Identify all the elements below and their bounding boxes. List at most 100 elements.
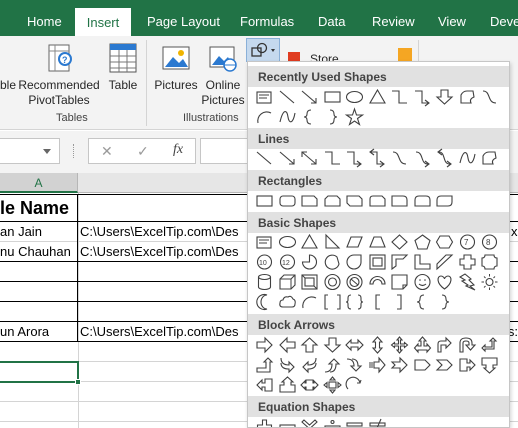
tab-insert[interactable]: Insert bbox=[75, 8, 131, 36]
l-shape-icon[interactable] bbox=[412, 252, 433, 272]
pentagon-arrow-icon[interactable] bbox=[412, 355, 433, 375]
triangle-icon[interactable] bbox=[367, 87, 388, 107]
left-bracket-icon[interactable] bbox=[367, 292, 388, 312]
up-arrow-icon[interactable] bbox=[299, 335, 320, 355]
chord-icon[interactable] bbox=[322, 252, 343, 272]
elbow-arrow-connector-icon[interactable] bbox=[412, 87, 433, 107]
left-arrow-callout-icon[interactable] bbox=[254, 375, 275, 395]
block-arc-icon[interactable] bbox=[367, 272, 388, 292]
hexagon-icon[interactable] bbox=[434, 232, 455, 252]
bent-arrow-icon[interactable] bbox=[434, 335, 455, 355]
tab-review[interactable]: Review bbox=[372, 0, 415, 36]
oval-icon[interactable] bbox=[344, 87, 365, 107]
header-cell-file-name[interactable]: le Name bbox=[0, 198, 69, 219]
parallelogram-icon[interactable] bbox=[344, 232, 365, 252]
tab-view[interactable]: View bbox=[438, 0, 466, 36]
up-arrow-callout-icon[interactable] bbox=[277, 375, 298, 395]
curved-double-arrow-icon[interactable] bbox=[434, 148, 455, 168]
down-arrow-icon[interactable] bbox=[322, 335, 343, 355]
pentagon-icon[interactable] bbox=[412, 232, 433, 252]
no-symbol-icon[interactable] bbox=[344, 272, 365, 292]
curved-right-arrow-icon[interactable] bbox=[277, 355, 298, 375]
right-arrow-icon[interactable] bbox=[254, 335, 275, 355]
up-down-arrow-icon[interactable] bbox=[367, 335, 388, 355]
left-brace-icon[interactable] bbox=[299, 107, 320, 127]
arrow-line-icon[interactable] bbox=[299, 87, 320, 107]
teardrop-icon[interactable] bbox=[344, 252, 365, 272]
right-triangle-icon[interactable] bbox=[322, 232, 343, 252]
curved-connector-icon[interactable] bbox=[479, 87, 500, 107]
down-arrow-icon[interactable] bbox=[434, 87, 455, 107]
text-box-icon[interactable] bbox=[254, 87, 275, 107]
cell-c-row1[interactable]: x bbox=[511, 224, 518, 239]
oval-icon[interactable] bbox=[277, 232, 298, 252]
plaque-icon[interactable] bbox=[479, 252, 500, 272]
snip-same-side-rectangle-icon[interactable] bbox=[322, 191, 343, 211]
cell-b-row2[interactable]: C:\Users\ExcelTip.com\Des bbox=[80, 244, 246, 259]
pictures-button[interactable]: Pictures bbox=[152, 40, 200, 100]
multiply-sign-icon[interactable] bbox=[299, 417, 320, 427]
arc-icon[interactable] bbox=[299, 292, 320, 312]
line-icon[interactable] bbox=[277, 87, 298, 107]
curve-icon[interactable] bbox=[457, 148, 478, 168]
column-a-header[interactable]: A bbox=[0, 173, 78, 193]
heart-icon[interactable] bbox=[434, 272, 455, 292]
line-icon[interactable] bbox=[254, 148, 275, 168]
can-icon[interactable] bbox=[254, 272, 275, 292]
pie-icon[interactable] bbox=[299, 252, 320, 272]
curved-down-arrow-icon[interactable] bbox=[344, 355, 365, 375]
double-bracket-icon[interactable] bbox=[322, 292, 343, 312]
decagon-icon[interactable]: 10 bbox=[254, 252, 275, 272]
octagon-icon[interactable]: 8 bbox=[479, 232, 500, 252]
name-box[interactable] bbox=[0, 138, 60, 164]
sun-icon[interactable] bbox=[479, 272, 500, 292]
notched-right-arrow-icon[interactable] bbox=[389, 355, 410, 375]
star-icon[interactable] bbox=[344, 107, 365, 127]
striped-right-arrow-icon[interactable] bbox=[367, 355, 388, 375]
curved-left-arrow-icon[interactable] bbox=[299, 355, 320, 375]
tab-formulas[interactable]: Formulas bbox=[240, 0, 294, 36]
left-arrow-icon[interactable] bbox=[277, 335, 298, 355]
plus-sign-icon[interactable] bbox=[254, 417, 275, 427]
quad-arrow-icon[interactable] bbox=[389, 335, 410, 355]
left-right-arrow-icon[interactable] bbox=[344, 335, 365, 355]
equal-sign-icon[interactable] bbox=[344, 417, 365, 427]
division-sign-icon[interactable] bbox=[322, 417, 343, 427]
cell-b-row5[interactable]: C:\Users\ExcelTip.com\Des bbox=[80, 324, 246, 339]
snip-diagonal-rectangle-icon[interactable] bbox=[344, 191, 365, 211]
curve-icon[interactable] bbox=[277, 107, 298, 127]
round-diagonal-rectangle-icon[interactable] bbox=[434, 191, 455, 211]
cell-a-row1[interactable]: an Jain bbox=[0, 224, 42, 239]
arc-icon[interactable] bbox=[254, 107, 275, 127]
cell-a-row2[interactable]: nu Chauhan bbox=[0, 244, 71, 259]
freeform-icon[interactable] bbox=[479, 148, 500, 168]
not-equal-sign-icon[interactable] bbox=[367, 417, 388, 427]
double-brace-icon[interactable] bbox=[344, 292, 365, 312]
triangle-icon[interactable] bbox=[299, 232, 320, 252]
right-bracket-icon[interactable] bbox=[389, 292, 410, 312]
snip-corner-rectangle-icon[interactable] bbox=[299, 191, 320, 211]
table-button[interactable]: Table bbox=[103, 40, 143, 100]
fill-handle[interactable] bbox=[75, 379, 81, 385]
right-arrow-callout-icon[interactable] bbox=[457, 355, 478, 375]
tab-developer[interactable]: Deve bbox=[490, 0, 518, 36]
cloud-icon[interactable] bbox=[277, 292, 298, 312]
smiley-face-icon[interactable] bbox=[412, 272, 433, 292]
rectangle-icon[interactable] bbox=[254, 191, 275, 211]
cancel-formula-button[interactable]: ✕ bbox=[101, 143, 113, 160]
chevron-arrow-icon[interactable] bbox=[434, 355, 455, 375]
cross-icon[interactable] bbox=[457, 252, 478, 272]
enter-formula-button[interactable]: ✓ bbox=[137, 143, 149, 160]
freeform-icon[interactable] bbox=[457, 87, 478, 107]
donut-icon[interactable] bbox=[322, 272, 343, 292]
arrow-line-icon[interactable] bbox=[277, 148, 298, 168]
curved-arrow-connector-icon[interactable] bbox=[412, 148, 433, 168]
folded-corner-icon[interactable] bbox=[389, 272, 410, 292]
half-frame-icon[interactable] bbox=[389, 252, 410, 272]
down-arrow-callout-icon[interactable] bbox=[479, 355, 500, 375]
bent-up-arrow-icon[interactable] bbox=[254, 355, 275, 375]
dodecagon-icon[interactable]: 12 bbox=[277, 252, 298, 272]
tab-home[interactable]: Home bbox=[27, 0, 62, 36]
snip-round-rectangle-icon[interactable] bbox=[367, 191, 388, 211]
tab-page-layout[interactable]: Page Layout bbox=[147, 0, 220, 36]
